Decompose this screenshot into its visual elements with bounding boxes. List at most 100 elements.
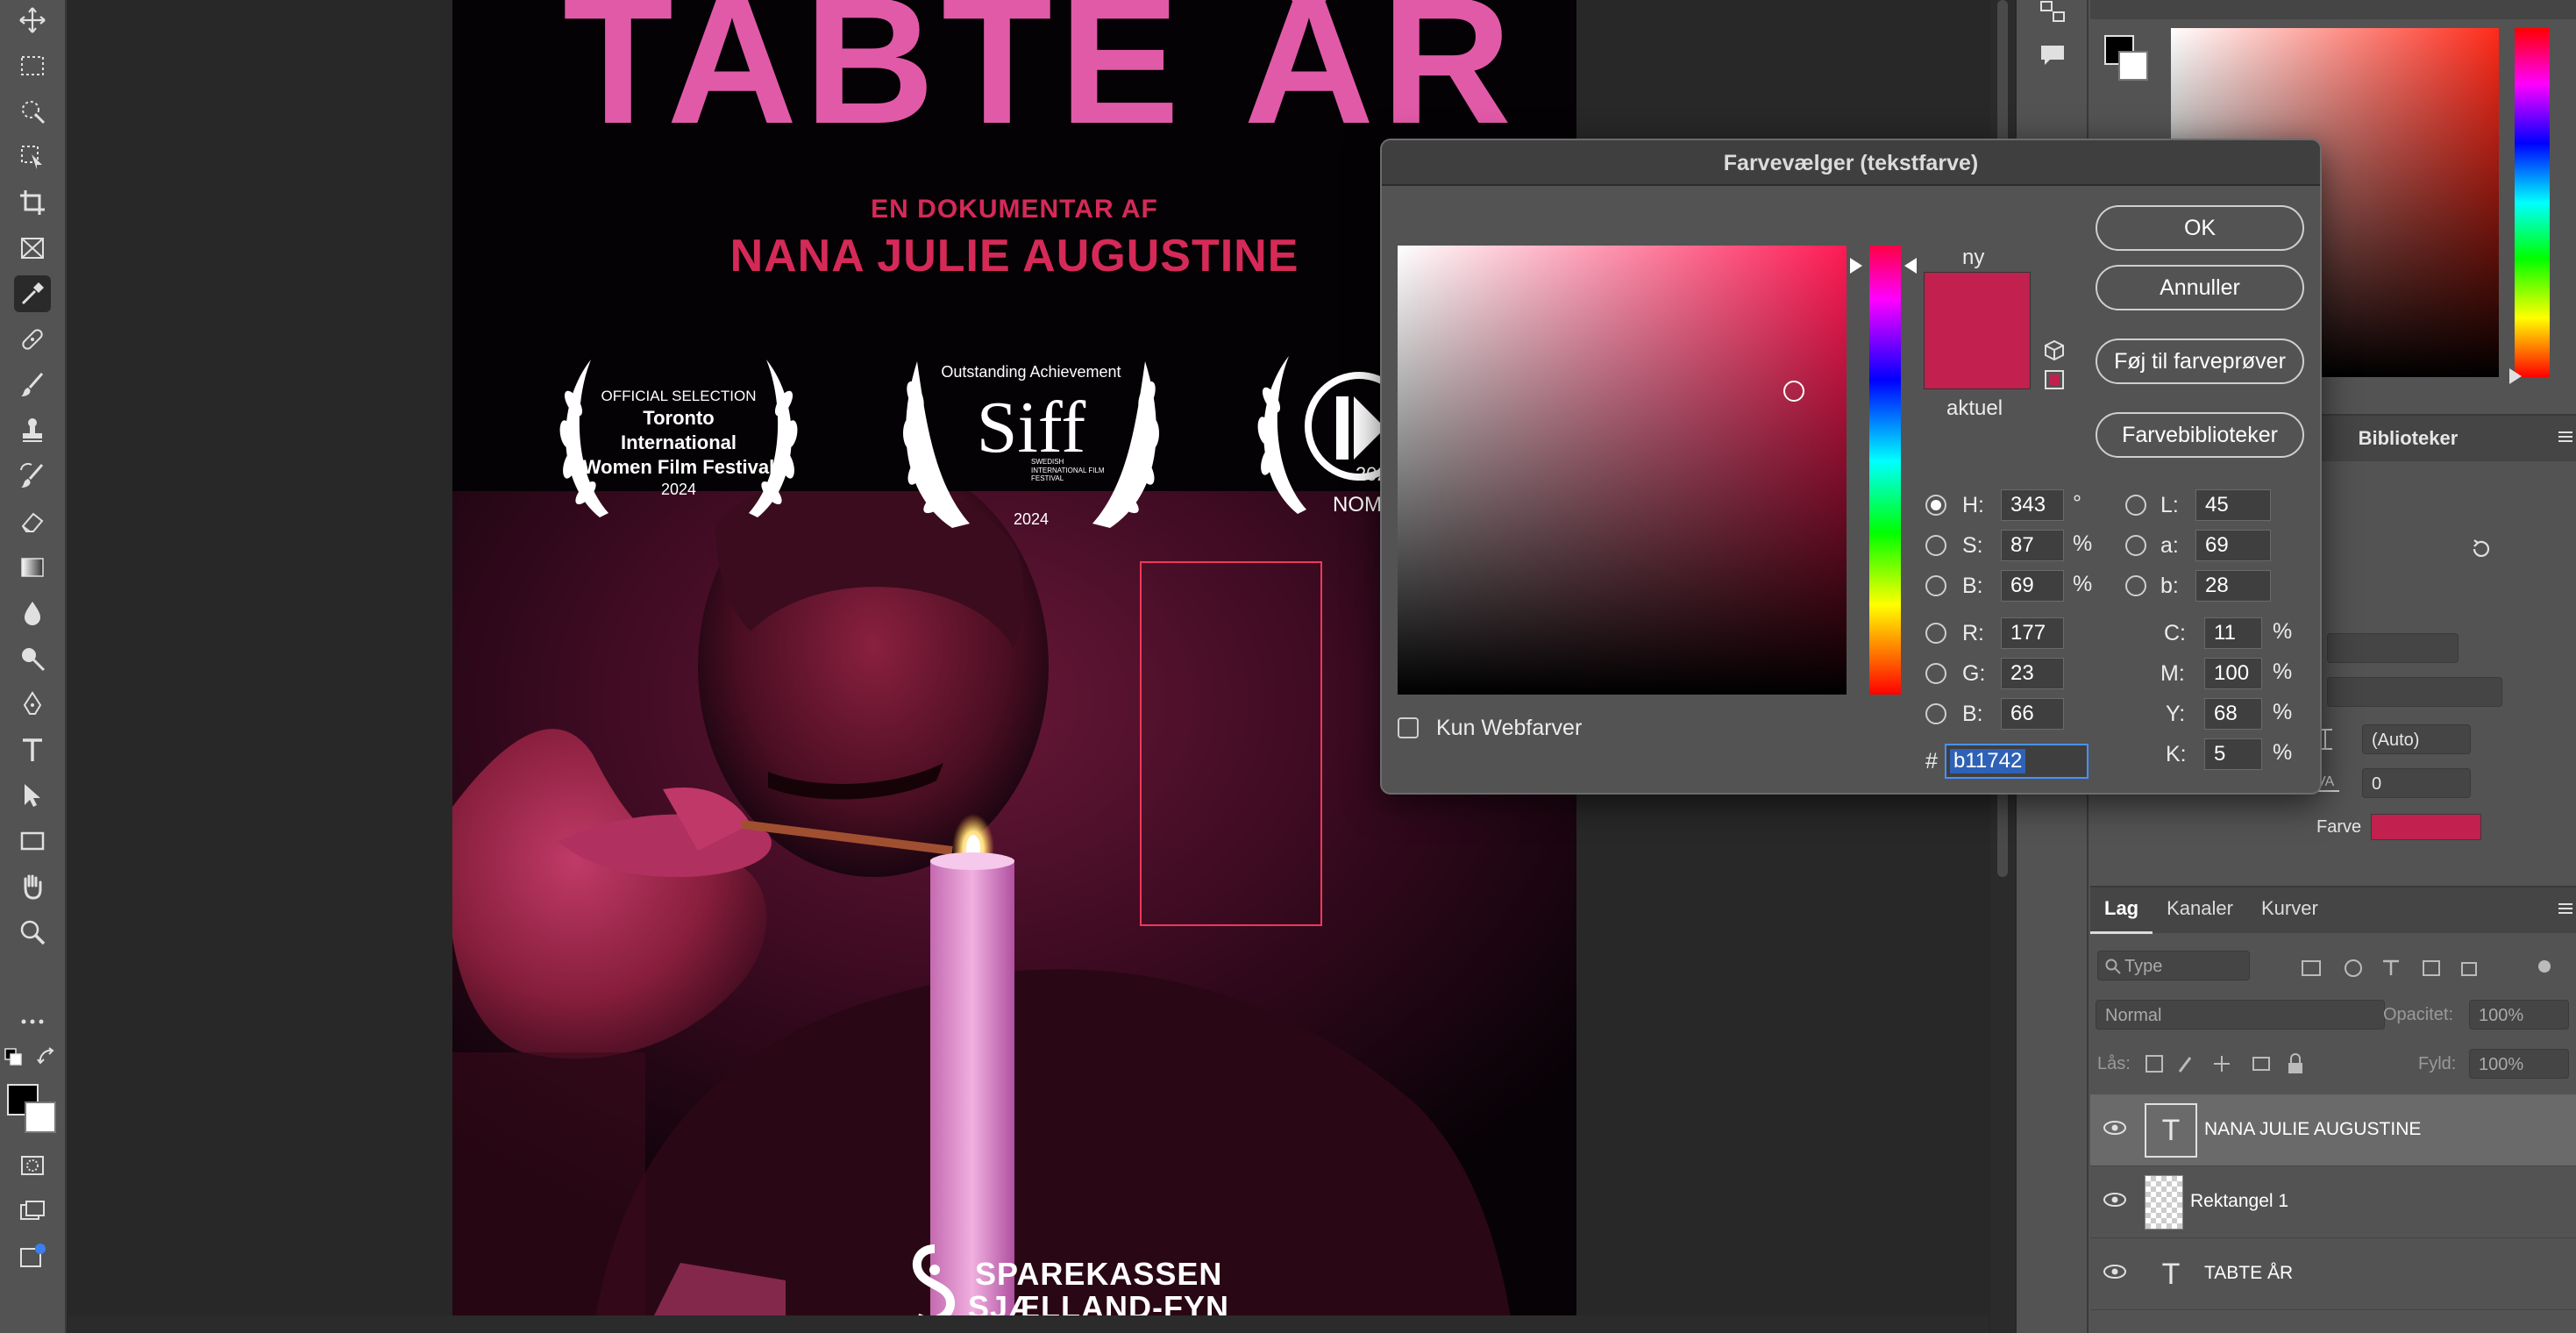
eyedropper-tool-icon[interactable] xyxy=(14,275,51,312)
history-panel-icon[interactable] xyxy=(2038,0,2067,25)
reset-icon[interactable] xyxy=(2469,537,2494,561)
pen-tool-icon[interactable] xyxy=(14,686,51,723)
green-field[interactable]: 23 xyxy=(2001,658,2064,689)
more-tools-icon[interactable] xyxy=(14,1003,51,1040)
quick-selection-tool-icon[interactable] xyxy=(14,93,51,130)
marquee-tool-icon[interactable] xyxy=(14,47,51,84)
quick-mask-icon[interactable] xyxy=(14,1147,51,1184)
color-libraries-button[interactable]: Farvebiblioteker xyxy=(2096,412,2304,458)
cyan-field[interactable]: 11 xyxy=(2204,617,2262,649)
lab-l-field[interactable]: 45 xyxy=(2195,489,2271,521)
radio-lightness[interactable] xyxy=(2125,495,2146,516)
history-brush-tool-icon[interactable] xyxy=(14,458,51,495)
web-safe-warning-icon[interactable] xyxy=(2045,370,2064,389)
font-size-dropdown[interactable] xyxy=(2327,677,2502,707)
tab-libraries[interactable]: Biblioteker xyxy=(2339,416,2478,461)
brush-tool-icon[interactable] xyxy=(14,367,51,403)
color-panel-slider-icon[interactable] xyxy=(2509,368,2522,384)
lab-a-field[interactable]: 69 xyxy=(2195,530,2271,561)
opacity-field[interactable]: 100% xyxy=(2469,1000,2569,1030)
ok-button[interactable]: OK xyxy=(2096,205,2304,251)
move-tool-icon[interactable] xyxy=(14,2,51,39)
saturation-brightness-field[interactable] xyxy=(1398,246,1847,695)
screen-mode-icon[interactable] xyxy=(14,1193,51,1230)
tracking-field[interactable]: 0 xyxy=(2362,768,2471,798)
blend-mode-dropdown[interactable]: Normal xyxy=(2096,1000,2385,1030)
clone-stamp-tool-icon[interactable] xyxy=(14,412,51,449)
yellow-label: Y: xyxy=(2166,702,2186,726)
cancel-button[interactable]: Annuller xyxy=(2096,265,2304,310)
radio-green[interactable] xyxy=(1925,663,1946,684)
hue-field[interactable]: 343 xyxy=(2001,489,2064,521)
frame-tool-icon[interactable] xyxy=(14,230,51,267)
panel-menu-icon[interactable] xyxy=(2557,430,2574,444)
crop-tool-icon[interactable] xyxy=(14,184,51,221)
dodge-tool-icon[interactable] xyxy=(14,640,51,677)
layer-row[interactable]: T NANA JULIE AUGUSTINE xyxy=(2090,1094,2576,1166)
gradient-tool-icon[interactable] xyxy=(14,549,51,586)
layer-row[interactable]: Rektangel 1 xyxy=(2090,1166,2576,1238)
blue-field[interactable]: 66 xyxy=(2001,698,2064,730)
layer-filter-icons[interactable] xyxy=(2301,958,2564,979)
font-style-dropdown[interactable] xyxy=(2327,633,2459,663)
shape-layer-thumbnail-icon xyxy=(2145,1175,2183,1230)
text-color-swatch[interactable] xyxy=(2371,814,2481,840)
layer-name[interactable]: NANA JULIE AUGUSTINE xyxy=(2204,1119,2421,1140)
blur-tool-icon[interactable] xyxy=(14,595,51,631)
out-of-gamut-cube-icon[interactable] xyxy=(2043,339,2066,361)
lock-icons[interactable] xyxy=(2145,1052,2320,1075)
radio-saturation[interactable] xyxy=(1925,535,1946,556)
swap-colors-icon[interactable] xyxy=(35,1045,61,1072)
eraser-tool-icon[interactable] xyxy=(14,503,51,540)
generative-fill-icon[interactable] xyxy=(14,1238,51,1275)
tab-layers[interactable]: Lag xyxy=(2090,886,2153,934)
color-label: Farve xyxy=(2316,817,2362,837)
object-selection-tool-icon[interactable] xyxy=(14,139,51,175)
path-selection-tool-icon[interactable] xyxy=(14,777,51,814)
horizontal-scrollbar[interactable] xyxy=(68,1315,1989,1333)
leading-field[interactable]: (Auto) xyxy=(2362,724,2471,754)
magenta-field[interactable]: 100 xyxy=(2204,658,2262,689)
radio-red[interactable] xyxy=(1925,623,1946,644)
visibility-eye-icon[interactable] xyxy=(2103,1191,2127,1208)
layer-name[interactable]: Rektangel 1 xyxy=(2190,1191,2288,1212)
comments-panel-icon[interactable] xyxy=(2038,40,2067,70)
radio-brightness[interactable] xyxy=(1925,575,1946,596)
hex-input[interactable]: b11742 xyxy=(1945,744,2089,779)
layer-row[interactable]: T TABTE ÅR xyxy=(2090,1238,2576,1310)
hue-slider-right-arrow-icon[interactable] xyxy=(1904,258,1917,274)
default-colors-icon[interactable] xyxy=(2,1045,28,1072)
tab-channels[interactable]: Kanaler xyxy=(2153,886,2247,934)
saturation-field[interactable]: 87 xyxy=(2001,530,2064,561)
zoom-tool-icon[interactable] xyxy=(14,914,51,951)
black-field[interactable]: 5 xyxy=(2204,738,2262,770)
hue-slider[interactable] xyxy=(1869,246,1901,695)
lab-b-field[interactable]: 28 xyxy=(2195,570,2271,602)
brightness-field[interactable]: 69 xyxy=(2001,570,2064,602)
radio-lab-b[interactable] xyxy=(2125,575,2146,596)
color-panel-spectrum[interactable] xyxy=(2515,28,2550,377)
hue-slider-left-arrow-icon[interactable] xyxy=(1850,258,1862,274)
red-field[interactable]: 177 xyxy=(2001,617,2064,649)
add-to-swatches-button[interactable]: Føj til farveprøver xyxy=(2096,339,2304,384)
healing-brush-tool-icon[interactable] xyxy=(14,321,51,358)
panel-background-swatch[interactable] xyxy=(2118,51,2148,81)
layers-menu-icon[interactable] xyxy=(2557,902,2574,916)
visibility-eye-icon[interactable] xyxy=(2103,1119,2127,1137)
yellow-field[interactable]: 68 xyxy=(2204,698,2262,730)
radio-blue[interactable] xyxy=(1925,703,1946,724)
rectangle-tool-icon[interactable] xyxy=(14,823,51,859)
web-colors-only-checkbox[interactable] xyxy=(1398,717,1419,738)
type-tool-icon[interactable] xyxy=(14,731,51,768)
visibility-eye-icon[interactable] xyxy=(2103,1263,2127,1280)
color-field-cursor[interactable] xyxy=(1783,381,1804,402)
layer-name[interactable]: TABTE ÅR xyxy=(2204,1263,2293,1284)
radio-hue[interactable] xyxy=(1925,495,1946,516)
laurel2-logo: Siff xyxy=(976,387,1086,468)
radio-lab-a[interactable] xyxy=(2125,535,2146,556)
background-color-swatch[interactable] xyxy=(25,1101,56,1133)
fill-field[interactable]: 100% xyxy=(2469,1049,2569,1079)
tab-curves[interactable]: Kurver xyxy=(2247,886,2332,934)
rectangle-layer-outline[interactable] xyxy=(1140,561,1322,926)
hand-tool-icon[interactable] xyxy=(14,868,51,905)
